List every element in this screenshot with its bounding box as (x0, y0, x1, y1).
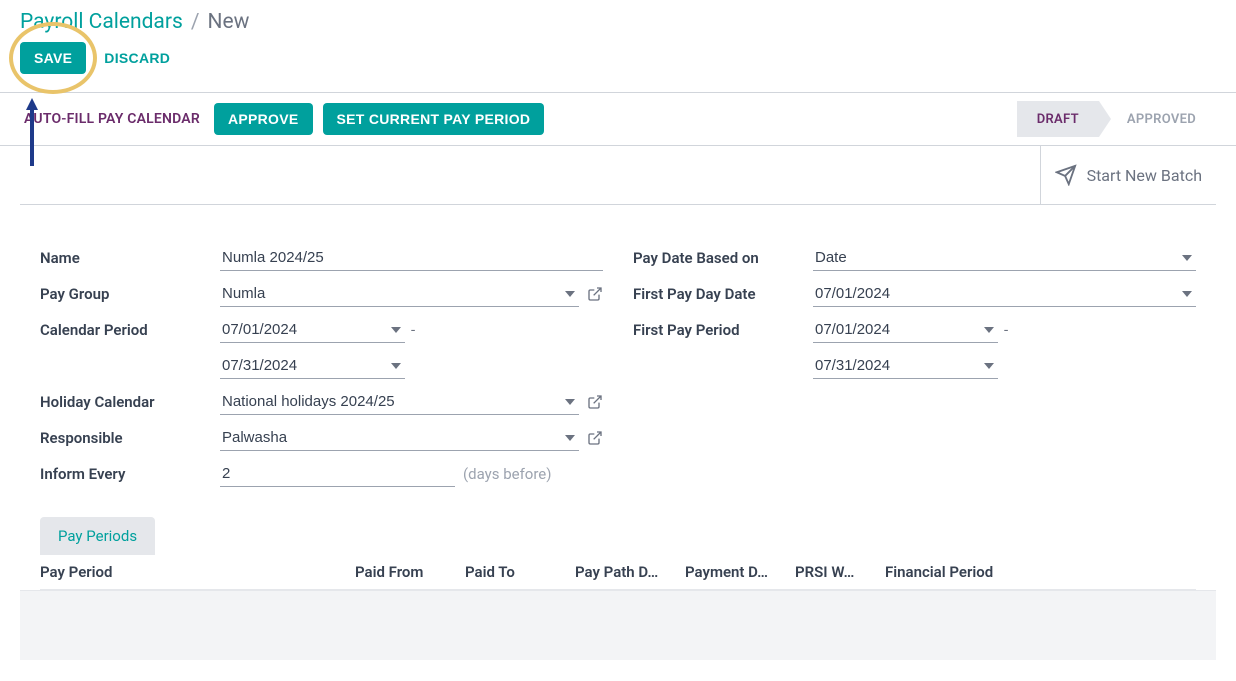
external-link-icon[interactable] (587, 430, 603, 446)
start-new-batch-label: Start New Batch (1087, 166, 1202, 185)
first-pay-period-to-input[interactable] (813, 353, 998, 379)
save-button[interactable]: SAVE (20, 42, 86, 74)
th-pay-path-date: Pay Path D… (575, 563, 685, 581)
breadcrumb-root-link[interactable]: Payroll Calendars (20, 10, 183, 34)
first-pay-period-from-input[interactable] (813, 317, 998, 343)
discard-button[interactable]: DISCARD (100, 42, 174, 74)
date-range-separator: - (411, 321, 415, 339)
th-payment-date: Payment D… (685, 563, 795, 581)
toolbar: AUTO-FILL PAY CALENDAR APPROVE SET CURRE… (0, 93, 1236, 146)
autofill-pay-calendar-link[interactable]: AUTO-FILL PAY CALENDAR (20, 105, 204, 133)
paper-plane-icon (1055, 164, 1077, 186)
tab-pay-periods[interactable]: Pay Periods (40, 517, 155, 555)
calendar-period-label: Calendar Period (40, 317, 220, 339)
first-pay-period-label: First Pay Period (633, 317, 813, 339)
external-link-icon[interactable] (587, 394, 603, 410)
breadcrumb: Payroll Calendars / New (0, 0, 1236, 38)
breadcrumb-current: New (207, 10, 249, 34)
th-pay-period: Pay Period (40, 563, 355, 581)
pay-group-select[interactable] (220, 281, 579, 307)
th-paid-from: Paid From (355, 563, 465, 581)
pay-group-label: Pay Group (40, 281, 220, 303)
empty-table-area (20, 590, 1216, 660)
pay-date-based-on-label: Pay Date Based on (633, 245, 813, 267)
status-bar: DRAFT APPROVED (1017, 101, 1216, 137)
status-draft[interactable]: DRAFT (1017, 101, 1099, 137)
calendar-period-to-input[interactable] (220, 353, 405, 379)
form-column-right: Pay Date Based on First Pay Day Date (633, 245, 1196, 487)
pay-periods-table-header: Pay Period Paid From Paid To Pay Path D…… (40, 555, 1196, 590)
start-new-batch-button[interactable]: Start New Batch (1040, 146, 1216, 204)
name-label: Name (40, 245, 220, 267)
first-pay-day-date-label: First Pay Day Date (633, 281, 813, 303)
first-pay-day-date-input[interactable] (813, 281, 1196, 307)
th-paid-to: Paid To (465, 563, 575, 581)
inform-every-label: Inform Every (40, 461, 220, 483)
form-grid: Name Pay Group Calendar (20, 205, 1216, 517)
set-current-pay-period-button[interactable]: SET CURRENT PAY PERIOD (323, 103, 545, 135)
save-highlight-annotation: SAVE (20, 42, 86, 74)
breadcrumb-separator: / (191, 10, 200, 34)
inform-every-suffix: (days before) (463, 465, 551, 483)
responsible-select[interactable] (220, 425, 579, 451)
action-row: SAVE DISCARD (0, 38, 1236, 92)
approve-button[interactable]: APPROVE (214, 103, 313, 135)
responsible-label: Responsible (40, 425, 220, 447)
status-approved[interactable]: APPROVED (1099, 101, 1216, 137)
holiday-calendar-label: Holiday Calendar (40, 389, 220, 411)
holiday-calendar-select[interactable] (220, 389, 579, 415)
external-link-icon[interactable] (587, 286, 603, 302)
batch-bar: Start New Batch (20, 146, 1216, 205)
form-column-left: Name Pay Group Calendar (40, 245, 603, 487)
date-range-separator: - (1004, 321, 1008, 339)
th-financial-period: Financial Period (885, 563, 1196, 581)
calendar-period-from-input[interactable] (220, 317, 405, 343)
name-input[interactable] (220, 245, 603, 271)
th-prsi-week: PRSI W… (795, 563, 885, 581)
pay-date-based-on-select[interactable] (813, 245, 1196, 271)
inform-every-input[interactable] (220, 461, 455, 487)
